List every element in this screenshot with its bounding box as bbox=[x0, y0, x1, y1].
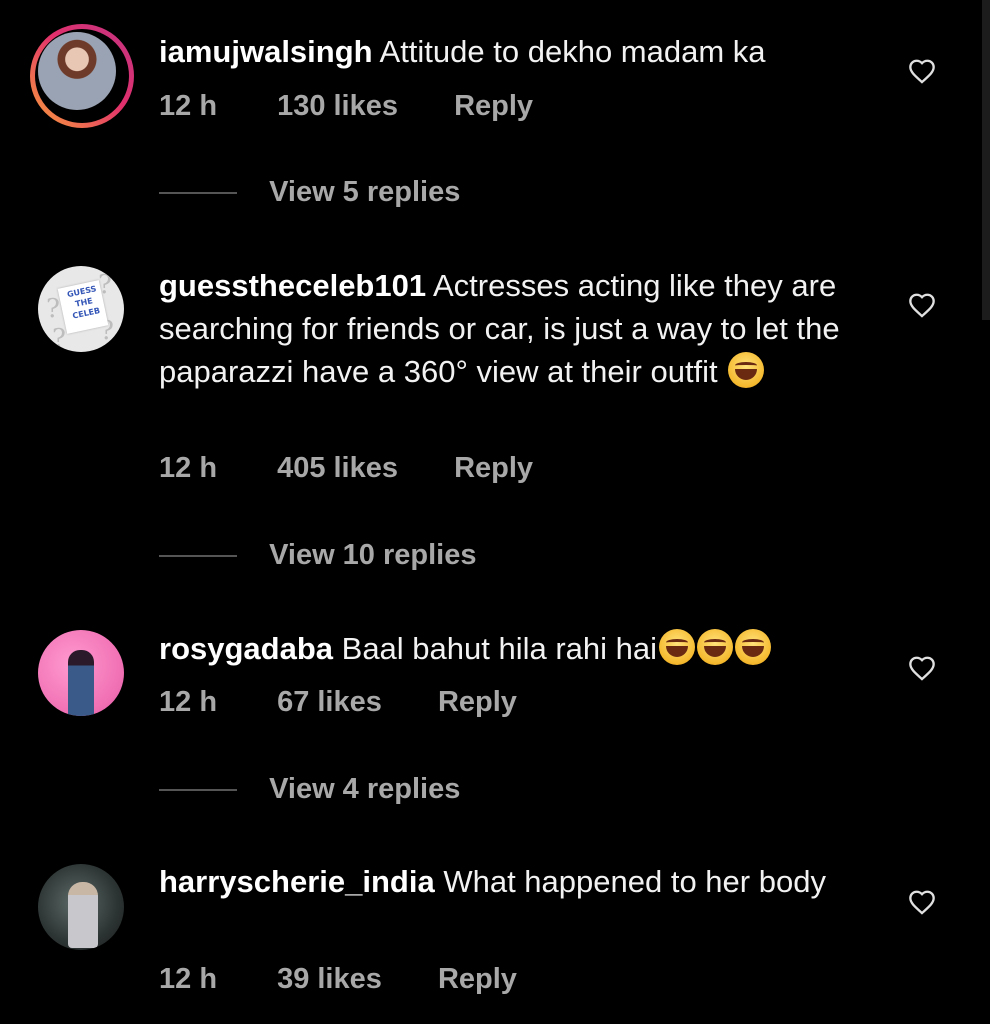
replies-divider bbox=[159, 789, 237, 792]
heart-icon[interactable] bbox=[908, 655, 936, 681]
comment-username[interactable]: rosygadaba bbox=[159, 631, 333, 666]
comment-body: guesstheceleb101 Actresses acting like t… bbox=[159, 264, 859, 393]
tears-of-joy-emoji bbox=[697, 629, 734, 665]
question-mark-icon: ? bbox=[52, 324, 66, 352]
comment-meta: 12 h 130 likes Reply bbox=[159, 90, 533, 123]
reply-button[interactable]: Reply bbox=[454, 90, 533, 123]
avatar-photo bbox=[38, 32, 116, 110]
comment-text: Baal bahut hila rahi hai bbox=[341, 631, 658, 666]
comment-username[interactable]: harryscherie_india bbox=[159, 864, 435, 899]
replies-divider bbox=[159, 555, 237, 558]
reply-button[interactable]: Reply bbox=[438, 963, 517, 996]
comment-likes[interactable]: 405 likes bbox=[277, 452, 398, 485]
avatar[interactable] bbox=[38, 864, 124, 950]
comment-text: What happened to her body bbox=[443, 864, 826, 899]
heart-icon[interactable] bbox=[908, 292, 936, 318]
replies-divider bbox=[159, 192, 237, 195]
heart-icon[interactable] bbox=[908, 58, 936, 84]
view-replies-button[interactable]: View 10 replies bbox=[159, 539, 477, 572]
tears-of-joy-emoji bbox=[735, 629, 772, 665]
tears-of-joy-emoji bbox=[659, 629, 696, 665]
reply-button[interactable]: Reply bbox=[454, 452, 533, 485]
comment-likes[interactable]: 67 likes bbox=[277, 686, 382, 719]
avatar-figure bbox=[68, 882, 98, 948]
grinning-sweat-emoji bbox=[728, 352, 765, 388]
avatar-figure bbox=[68, 650, 94, 716]
view-replies-button[interactable]: View 5 replies bbox=[159, 176, 460, 209]
comment-body: rosygadaba Baal bahut hila rahi hai bbox=[159, 627, 859, 670]
reply-button[interactable]: Reply bbox=[438, 686, 517, 719]
comment-time: 12 h bbox=[159, 452, 218, 484]
avatar[interactable] bbox=[30, 24, 134, 128]
comment-body: harryscherie_india What happened to her … bbox=[159, 860, 859, 903]
comment-meta: 12 h 39 likes Reply bbox=[159, 963, 517, 996]
comment-meta: 12 h 67 likes Reply bbox=[159, 686, 517, 719]
comment-time: 12 h bbox=[159, 90, 218, 122]
comment-likes[interactable]: 39 likes bbox=[277, 963, 382, 996]
comment-likes[interactable]: 130 likes bbox=[277, 90, 398, 123]
view-replies-label: View 10 replies bbox=[269, 539, 477, 571]
view-replies-label: View 4 replies bbox=[269, 773, 461, 805]
comment-time: 12 h bbox=[159, 686, 218, 718]
comment-text: Attitude to dekho madam ka bbox=[379, 34, 766, 69]
avatar[interactable]: ? ? ? ? GUESS THE CELEB bbox=[38, 266, 124, 352]
comment-username[interactable]: guesstheceleb101 bbox=[159, 268, 426, 303]
view-replies-button[interactable]: View 4 replies bbox=[159, 773, 460, 806]
scroll-indicator[interactable] bbox=[982, 0, 990, 320]
comment-body: iamujwalsingh Attitude to dekho madam ka bbox=[159, 30, 859, 73]
avatar[interactable] bbox=[38, 630, 124, 716]
comment-meta: 12 h 405 likes Reply bbox=[159, 452, 533, 485]
comment-username[interactable]: iamujwalsingh bbox=[159, 34, 373, 69]
heart-icon[interactable] bbox=[908, 889, 936, 915]
comment-time: 12 h bbox=[159, 963, 218, 995]
view-replies-label: View 5 replies bbox=[269, 176, 461, 208]
